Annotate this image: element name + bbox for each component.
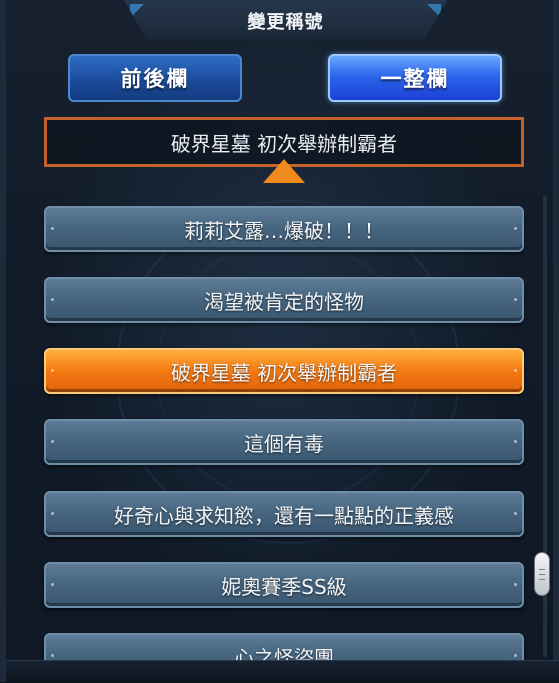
title-item[interactable]: 妮奧賽季SS級 <box>44 562 524 608</box>
title-item[interactable]: 這個有毒 <box>44 419 524 465</box>
title-item[interactable]: 心之怪盜團 <box>44 633 524 660</box>
title-item[interactable]: 好奇心與求知慾，還有一點點的正義感 <box>44 491 524 537</box>
dialog-header: 變更稱號 <box>124 0 447 40</box>
page-title: 變更稱號 <box>247 12 324 33</box>
title-item-selected[interactable]: 破界星墓 初次舉辦制霸者 <box>44 348 524 394</box>
scrollbar-thumb[interactable] <box>534 552 550 596</box>
tab-whole[interactable]: 一整欄 <box>328 54 502 102</box>
title-item[interactable]: 莉莉艾露…爆破！！！ <box>44 206 524 252</box>
triangle-up-icon <box>263 159 305 183</box>
tab-front-back[interactable]: 前後欄 <box>68 54 242 102</box>
title-item[interactable]: 渴望被肯定的怪物 <box>44 277 524 323</box>
title-list[interactable]: 莉莉艾露…爆破！！！ 渴望被肯定的怪物 破界星墓 初次舉辦制霸者 這個有毒 好奇… <box>6 195 559 660</box>
bottom-bar <box>6 660 559 683</box>
dialog-frame: 變更稱號 前後欄 一整欄 破界星墓 初次舉辦制霸者 莉莉艾露…爆破！！！ 渴望被… <box>0 0 559 683</box>
